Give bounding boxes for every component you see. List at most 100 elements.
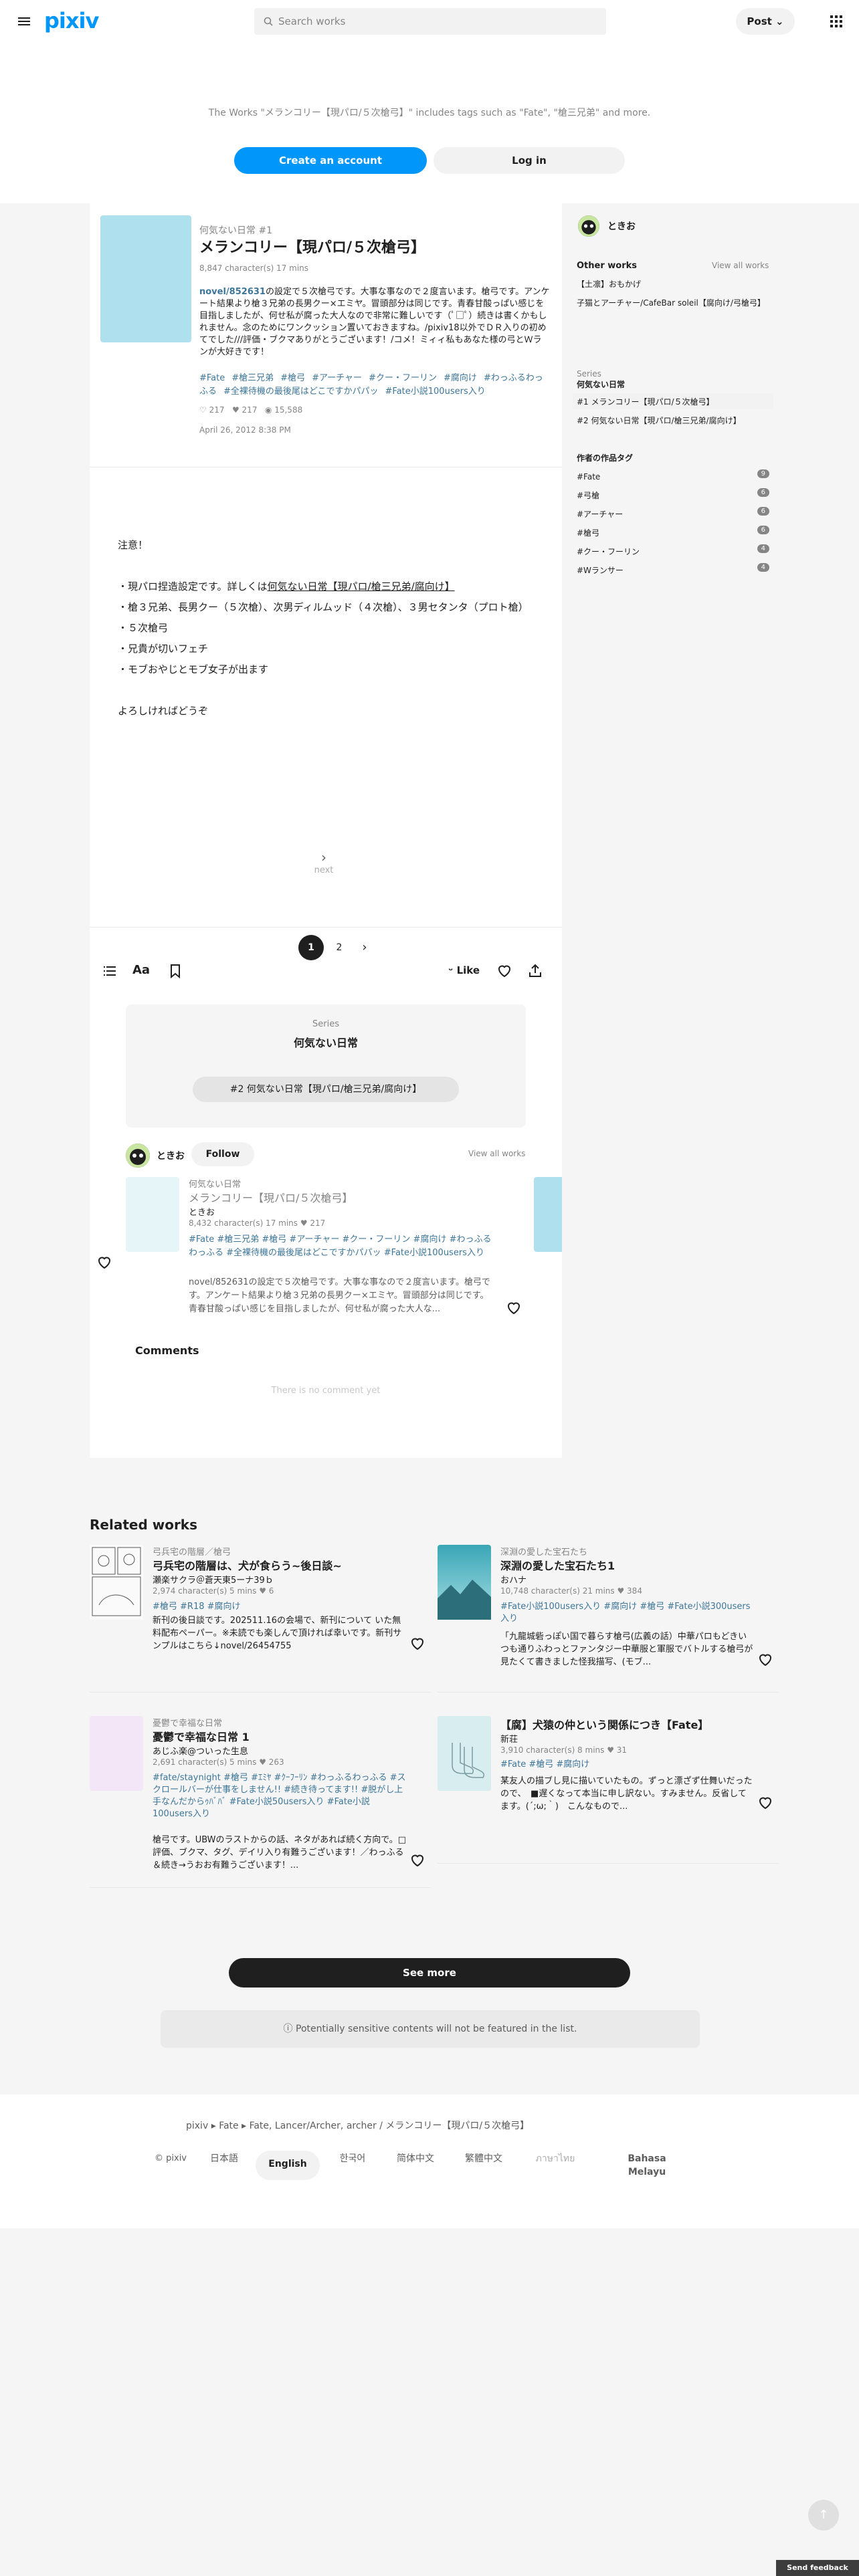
tag[interactable]: #Fate小説100users入り [385, 387, 486, 397]
sidebar-series-item[interactable]: #1 メランコリー【現パロ/５次槍弓】 [577, 396, 714, 407]
send-feedback-button[interactable]: Send feedback [776, 2560, 859, 2576]
post-button[interactable]: Post ⌄ [736, 8, 795, 35]
related-tags[interactable]: #Fate #槍弓 #腐向け [500, 1759, 755, 1771]
other-work-item[interactable]: 子猫とアーチャー/CafeBar soleil【腐向け/弓槍弓】 [577, 297, 765, 308]
heart-icon[interactable] [96, 1255, 112, 1271]
apps-grid-icon[interactable] [828, 13, 844, 29]
create-account-button[interactable]: Create an account [234, 147, 427, 174]
body-link[interactable]: 何気ない日常【現パロ/槍三兄弟/腐向け】 [268, 580, 455, 593]
related-series[interactable]: 深淵の愛した宝石たち [500, 1545, 587, 1558]
search-input[interactable]: Search works [254, 8, 606, 35]
related-author[interactable]: 瀬楽サクラ＠蒼天東5ーナ39ｂ [153, 1573, 274, 1586]
see-more-button[interactable]: See more [229, 1958, 630, 1988]
language-option[interactable]: ภาษาไทย [529, 2148, 582, 2183]
card-tags[interactable]: #Fate #槍三兄弟 #槍弓 #アーチャー #クー・フーリン #腐向け #わっ… [189, 1233, 496, 1260]
author-work-card[interactable]: 何気ない日常 メランコリー【現パロ/５次槍弓】 ときお 8,432 charac… [126, 1177, 527, 1327]
author-tag-row[interactable]: #クー・フーリン 4 [577, 544, 769, 563]
related-work-card[interactable]: 深淵の愛した宝石たち 深淵の愛した宝石たち1 おハナ 10,748 charac… [438, 1545, 779, 1705]
breadcrumb-item[interactable]: pixiv [186, 2121, 208, 2131]
related-author[interactable]: あじふ楽@ついった生息 [153, 1744, 248, 1757]
related-title[interactable]: 【腐】犬猿の仲という関係につき【Fate】 [500, 1716, 708, 1732]
heart-icon[interactable] [496, 963, 512, 979]
related-series[interactable]: 弓兵宅の階層／槍弓 [153, 1545, 231, 1558]
related-tags[interactable]: #Fate小説100users入り #腐向け #槍弓 #Fate小説300use… [500, 1601, 755, 1625]
related-work-card[interactable]: 憂鬱で幸福な日常 憂鬱で幸福な日常 1 あじふ楽@ついった生息 2,691 ch… [90, 1716, 431, 1897]
sidebar-view-all-link[interactable]: View all works [712, 261, 769, 270]
series-next-item[interactable]: #2 何気ない日常【現パロ/槍三兄弟/腐向け】 [193, 1077, 459, 1102]
related-author[interactable]: 新荘 [500, 1732, 518, 1745]
bookmark-icon[interactable] [167, 963, 183, 979]
author-tag-row[interactable]: #Wランサー 4 [577, 563, 769, 582]
related-title[interactable]: 深淵の愛した宝石たち1 [500, 1557, 615, 1573]
novel-cover[interactable] [100, 215, 191, 342]
sidebar-series-name[interactable]: 何気ない日常 [577, 379, 625, 390]
work-thumbnail[interactable] [90, 1716, 143, 1791]
manga-thumbnail-image [90, 1545, 143, 1620]
back-to-top-button[interactable]: ↑ [808, 2500, 839, 2531]
series-box-name[interactable]: 何気ない日常 [126, 1034, 526, 1050]
author-tag-row[interactable]: #Fate 9 [577, 469, 769, 488]
hamburger-menu-icon[interactable] [16, 13, 32, 29]
author-tag-row[interactable]: #アーチャー 6 [577, 507, 769, 526]
tag[interactable]: #全裸待機の最後尾はどこですかパパッ [223, 387, 379, 397]
heart-icon[interactable] [757, 1652, 773, 1668]
text-settings-icon[interactable]: Aa [132, 963, 150, 977]
page-1-button[interactable]: 1 [298, 935, 324, 960]
related-tags[interactable]: #fate/staynight #槍弓 #ｴﾐﾔ #ｸｰﾌｰﾘﾝ #わっふるわっ… [153, 1772, 407, 1820]
language-option[interactable]: 한국어 [330, 2148, 375, 2183]
tag[interactable]: #腐向け [444, 373, 477, 383]
related-series[interactable]: 憂鬱で幸福な日常 [153, 1716, 222, 1729]
author-tag-row[interactable]: #槍弓 6 [577, 526, 769, 544]
sidebar-series-item[interactable]: #2 何気ない日常【現パロ/槍三兄弟/腐向け】 [577, 415, 741, 426]
breadcrumb-item[interactable]: Fate, Lancer/Archer, archer / メランコリー【現パロ… [250, 2121, 530, 2131]
author-tag-row[interactable]: #弓槍 6 [577, 488, 769, 507]
language-option[interactable]: 简体中文 [392, 2148, 439, 2183]
tag[interactable]: #アーチャー [312, 373, 362, 383]
next-page-link[interactable]: › next [294, 849, 353, 875]
work-thumbnail[interactable] [90, 1545, 143, 1620]
author-avatar[interactable] [126, 1144, 150, 1168]
card-author[interactable]: ときお [189, 1205, 215, 1218]
other-work-item[interactable]: 【土凛】おもかげ [577, 278, 641, 290]
heart-icon[interactable] [757, 1795, 773, 1811]
follow-button[interactable]: Follow [191, 1142, 254, 1166]
card-series[interactable]: 何気ない日常 [189, 1177, 241, 1190]
heart-icon[interactable] [409, 1636, 425, 1652]
page-2-button[interactable]: 2 [326, 935, 352, 960]
related-author[interactable]: おハナ [500, 1573, 527, 1586]
share-icon[interactable] [527, 963, 543, 979]
tag[interactable]: #槍弓 [280, 373, 305, 383]
work-thumbnail[interactable] [438, 1716, 491, 1791]
language-option[interactable]: Bahasa Melayu [610, 2148, 684, 2183]
work-thumbnail[interactable] [126, 1177, 179, 1252]
description-link[interactable]: novel/852631 [199, 287, 266, 297]
view-all-works-link[interactable]: View all works [468, 1149, 525, 1158]
language-option-active[interactable]: English [256, 2151, 320, 2180]
heart-icon[interactable] [506, 1300, 522, 1316]
tag[interactable]: #Fate [199, 373, 225, 383]
pixiv-logo[interactable]: pixiv [44, 8, 99, 33]
author-name[interactable]: ときお [157, 1149, 185, 1162]
related-work-card[interactable]: 【腐】犬猿の仲という関係につき【Fate】 新荘 3,910 character… [438, 1716, 779, 1876]
login-button[interactable]: Log in [434, 147, 625, 174]
related-work-card[interactable]: 弓兵宅の階層／槍弓 弓兵宅の階層は、犬が食らう~後日談~ 瀬楽サクラ＠蒼天東5ー… [90, 1545, 431, 1705]
table-of-contents-icon[interactable] [102, 963, 118, 979]
pagination-next-icon[interactable]: › [355, 935, 375, 960]
sidebar-author-name[interactable]: ときお [607, 219, 636, 233]
related-title[interactable]: 弓兵宅の階層は、犬が食らう~後日談~ [153, 1557, 342, 1573]
language-option[interactable]: 日本語 [201, 2148, 248, 2183]
tag[interactable]: #槍三兄弟 [231, 373, 274, 383]
series-crumb[interactable]: 何気ない日常 #1 [199, 223, 272, 237]
next-work-peek[interactable] [534, 1177, 562, 1252]
like-button[interactable]: ᵕ Like [448, 964, 480, 976]
view-count: 15,588 [274, 405, 303, 415]
sidebar-author-avatar[interactable] [578, 215, 599, 237]
card-title[interactable]: メランコリー【現パロ/５次槍弓】 [189, 1189, 353, 1205]
heart-icon[interactable] [409, 1852, 425, 1868]
breadcrumb-item[interactable]: Fate [219, 2121, 238, 2131]
related-tags[interactable]: #槍弓 #R18 #腐向け [153, 1601, 407, 1613]
language-option[interactable]: 繁體中文 [460, 2148, 507, 2183]
tag[interactable]: #クー・フーリン [369, 373, 437, 383]
work-thumbnail[interactable] [438, 1545, 491, 1620]
related-title[interactable]: 憂鬱で幸福な日常 1 [153, 1728, 250, 1744]
